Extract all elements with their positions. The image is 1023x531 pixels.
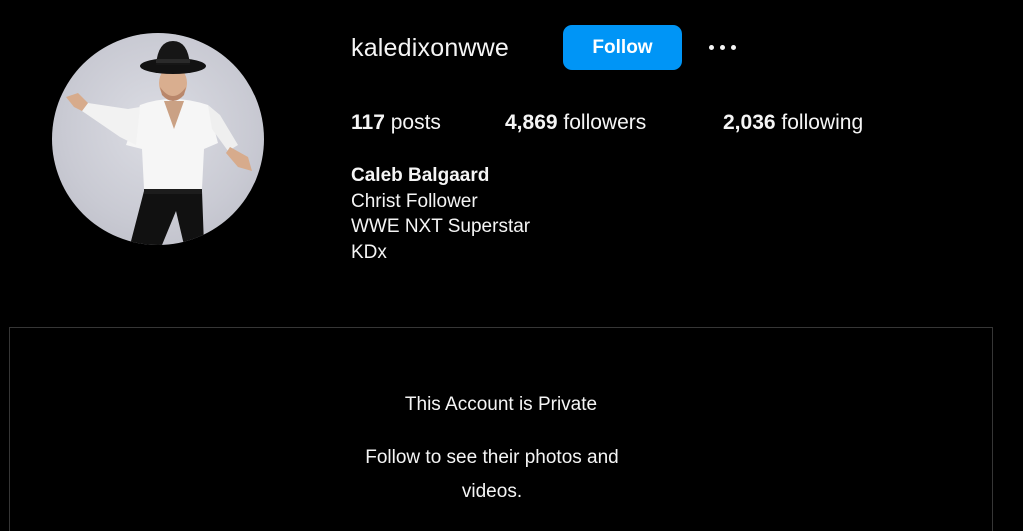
follow-button[interactable]: Follow bbox=[563, 25, 682, 70]
profile-page: kaledixonwwe Follow 117 posts 4,869 foll… bbox=[0, 0, 1023, 531]
posts-count: 117 bbox=[351, 111, 385, 134]
posts-stat: 117 posts bbox=[351, 108, 441, 138]
bio-line: Christ Follower bbox=[351, 190, 478, 212]
full-name: Caleb Balgaard bbox=[351, 165, 490, 186]
followers-stat[interactable]: 4,869 followers bbox=[505, 108, 646, 138]
private-title: This Account is Private bbox=[404, 394, 598, 415]
bio-line: KDx bbox=[351, 241, 387, 263]
username: kaledixonwwe bbox=[351, 34, 510, 62]
more-options-icon[interactable] bbox=[700, 33, 744, 61]
bio: Caleb Balgaard Christ Follower WWE NXT S… bbox=[351, 163, 530, 265]
more-dot bbox=[708, 44, 714, 50]
more-dot bbox=[719, 44, 725, 50]
more-dot bbox=[730, 44, 736, 50]
following-stat[interactable]: 2,036 following bbox=[723, 108, 863, 138]
private-account-panel: This Account is Private Follow to see th… bbox=[9, 327, 993, 531]
followers-count: 4,869 bbox=[505, 111, 558, 134]
followers-label: followers bbox=[563, 111, 647, 134]
posts-label: posts bbox=[390, 111, 441, 134]
avatar[interactable] bbox=[52, 33, 264, 245]
following-count: 2,036 bbox=[723, 111, 776, 134]
bio-line: WWE NXT Superstar bbox=[351, 216, 531, 237]
avatar-photo bbox=[66, 41, 252, 245]
following-label: following bbox=[781, 111, 864, 134]
private-subtitle: Follow to see their photos and videos. bbox=[365, 447, 619, 502]
